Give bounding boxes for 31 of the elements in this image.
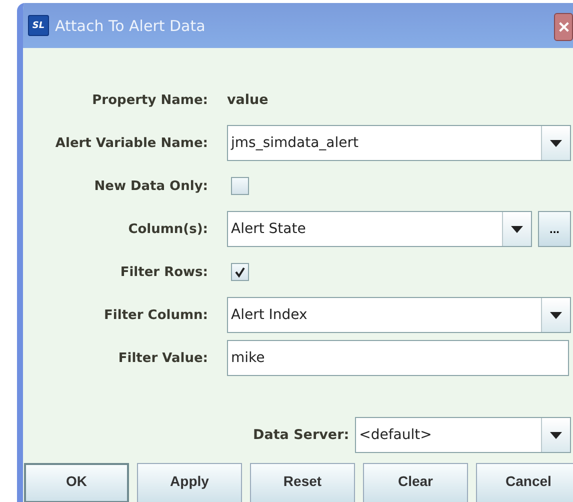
property-value: value [227, 92, 268, 108]
field-label: Property Name: [91, 92, 208, 108]
field-label: Alert Variable Name: [54, 136, 208, 150]
data-server-label: Data Server: [253, 427, 350, 443]
close-button[interactable] [554, 13, 573, 41]
filter-value-field[interactable]: mike [227, 340, 569, 376]
window-title: Attach To Alert Data [55, 16, 206, 34]
dropdown-arrow-icon [550, 432, 562, 438]
dropdown-arrow-icon [550, 312, 562, 318]
dropdown-field[interactable]: Alert State [227, 211, 532, 247]
dropdown-arrow-icon [511, 226, 523, 232]
checkmark-icon [234, 266, 246, 278]
field-label: Filter Value: [117, 350, 208, 366]
close-icon [558, 22, 568, 32]
field-label: Column(s): [127, 222, 208, 236]
data-server-dropdown[interactable]: <default> [355, 417, 572, 453]
app-logo: SL [28, 15, 49, 36]
field-label: Filter Column: [103, 308, 208, 322]
dialog-button[interactable]: Cancel [476, 463, 573, 502]
dialog-button[interactable]: OK [24, 463, 129, 502]
checkbox[interactable] [231, 263, 249, 281]
dialog-button[interactable]: Reset [250, 463, 355, 502]
browse-button[interactable]: ... [538, 211, 571, 247]
dropdown-field[interactable]: Alert Index [227, 297, 571, 333]
dialog-button[interactable]: Apply [137, 463, 242, 502]
field-label: Filter Rows: [119, 264, 208, 280]
dropdown-arrow-icon [550, 140, 562, 146]
dropdown-field[interactable]: jms_simdata_alert [227, 125, 571, 161]
checkbox[interactable] [231, 177, 249, 195]
dialog-button[interactable]: Clear [363, 463, 468, 502]
field-label: New Data Only: [93, 178, 208, 194]
